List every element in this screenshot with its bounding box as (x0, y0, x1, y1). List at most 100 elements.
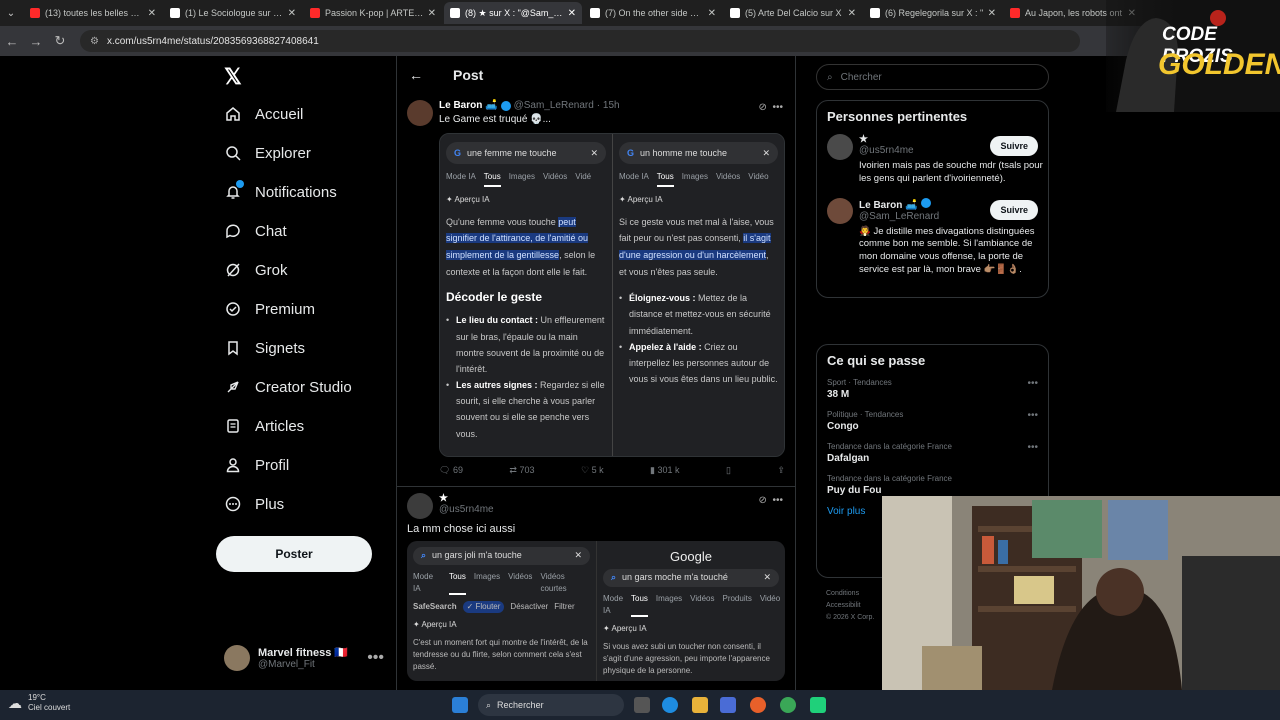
more-dots-icon[interactable]: ••• (772, 495, 783, 506)
task-view-icon[interactable] (634, 697, 650, 713)
share-button[interactable]: ⇪ (777, 465, 785, 476)
views-button[interactable]: ▮ 301 k (650, 465, 680, 476)
google-tab: Tous (631, 593, 648, 617)
sidebar-item-profil[interactable]: Profil (224, 452, 289, 478)
close-tab-icon[interactable]: ✕ (988, 8, 996, 19)
sidebar-item-chat[interactable]: Chat (224, 218, 287, 244)
search-input[interactable]: ⌕ Chercher (816, 64, 1049, 90)
sidebar-item-notifications[interactable]: Notifications (224, 179, 337, 205)
trend-item[interactable]: Tendance dans la catégorie France Dafalga… (827, 442, 1038, 464)
avatar[interactable] (407, 100, 433, 126)
author-name[interactable]: ★ (439, 493, 448, 504)
google-icon: G (454, 147, 462, 158)
tweet-image[interactable]: ⌕ un gars joli m'a touche ✕ Mode IA Tous I… (407, 541, 785, 681)
store-icon[interactable] (720, 697, 736, 713)
more-dots-icon[interactable]: ••• (1027, 410, 1038, 421)
close-tab-icon[interactable]: ✕ (148, 8, 156, 19)
left-sidebar: 𝕏 Accueil Explorer Notifications Chat Gr… (216, 56, 396, 690)
follow-button[interactable]: Suivre (990, 199, 1038, 220)
retweet-count: 703 (519, 465, 535, 475)
back-arrow-icon[interactable]: ← (409, 67, 423, 83)
retweet-button[interactable]: ⇄ 703 (509, 465, 534, 476)
trend-item[interactable]: Sport · Tendances 38 M ••• (827, 378, 1038, 400)
trend-item[interactable]: Tendance dans la catégorie France Puy du … (827, 474, 1038, 496)
footer-link[interactable]: Conditions (826, 588, 886, 600)
more-dots-icon[interactable]: ••• (772, 102, 783, 113)
answer-text: C'est un moment fort qui montre de l'int… (413, 638, 588, 671)
chart-icon: ▮ (650, 465, 655, 475)
browser-tab[interactable]: (7) On the other side of th ✕ (584, 2, 722, 24)
google-tab: Mode IA (413, 572, 434, 593)
grok-icon[interactable]: ⊘ (759, 102, 767, 113)
tweet-time[interactable]: · 15h (597, 100, 620, 111)
sidebar-item-creator-studio[interactable]: Creator Studio (224, 374, 352, 400)
url-field[interactable]: ⚙ x.com/us5rn4me/status/20835693688274086… (80, 30, 1080, 52)
person-card[interactable]: Le Baron 🛋️ @Sam_LeRenard Suivre 🧛 Je di… (827, 197, 1038, 277)
tweet[interactable]: Le Baron 🛋️ @Sam_LeRenard · 15h ⊘ ••• Le… (397, 94, 795, 476)
google-tab: Images (473, 572, 501, 581)
app-icon[interactable] (810, 697, 826, 713)
browser-tab[interactable]: (13) toutes les belles cho ✕ (24, 2, 162, 24)
sidebar-item-grok[interactable]: Grok (224, 257, 288, 283)
windows-start-icon[interactable] (452, 697, 468, 713)
reply-button[interactable]: 🗨 69 (439, 465, 463, 476)
browser-tab[interactable]: (6) Regelegorila sur X : " ✕ (864, 2, 1002, 24)
post-column: ← Post Le Baron 🛋️ @Sam_LeRenard · 15h ⊘… (396, 56, 796, 690)
close-tab-icon[interactable]: ✕ (428, 8, 436, 19)
tweet-image[interactable]: Gune femme me touche ✕ Mode IA Tous Image… (439, 133, 785, 457)
close-icon: ✕ (763, 571, 771, 582)
x-icon (450, 8, 460, 18)
avatar[interactable] (827, 134, 853, 160)
like-button[interactable]: ♡ 5 k (581, 465, 604, 476)
author-handle[interactable]: @us5rn4me (439, 504, 785, 515)
browser-tab-active[interactable]: (8) ★ sur X : "@Sam_LeRe ✕ (444, 2, 582, 24)
google-tab: Mode IA (603, 593, 624, 615)
browser-tab[interactable]: (5) Arte Del Calcio sur X ✕ (724, 2, 862, 24)
site-info-icon[interactable]: ⚙ (90, 36, 99, 47)
follow-button[interactable]: Suivre (990, 136, 1038, 156)
grok-icon[interactable]: ⊘ (759, 495, 767, 506)
avatar[interactable] (407, 493, 433, 519)
account-switcher[interactable]: Marvel fitness 🇫🇷 @Marvel_Fit ••• (224, 642, 384, 674)
sidebar-item-explorer[interactable]: Explorer (224, 140, 311, 166)
avatar[interactable] (827, 197, 853, 224)
author-name[interactable]: Le Baron 🛋️ (439, 100, 498, 111)
browser-tab[interactable]: (1) Le Sociologue sur X : ✕ (164, 2, 302, 24)
taskbar-search[interactable]: ⌕ Rechercher (478, 694, 624, 716)
browser-tab[interactable]: Passion K-pop | ARTE Reg ✕ (304, 2, 442, 24)
google-search-field: Gune femme me touche ✕ (446, 142, 606, 164)
bookmark-button[interactable]: ▯ (726, 465, 731, 476)
sidebar-item-articles[interactable]: Articles (224, 413, 304, 439)
sidebar-item-label: Articles (255, 417, 305, 435)
safesearch-label: SafeSearch (413, 602, 457, 611)
sidebar-item-plus[interactable]: Plus (224, 491, 284, 517)
tab-list-icon[interactable]: ⌄ (0, 8, 22, 19)
more-dots-icon[interactable]: ••• (1027, 442, 1038, 453)
forward-icon[interactable]: → (24, 34, 48, 49)
sidebar-item-premium[interactable]: Premium (224, 296, 315, 322)
author-handle[interactable]: @Sam_LeRenard (514, 100, 594, 111)
person-card[interactable]: ★ @us5rn4me Suivre Ivoirien mais pas de … (827, 134, 1043, 186)
close-tab-icon[interactable]: ✕ (708, 8, 716, 19)
reload-icon[interactable]: ↻ (48, 33, 72, 49)
close-tab-icon[interactable]: ✕ (568, 8, 576, 19)
weather-widget[interactable]: ☁ 19°C Ciel couvert (8, 693, 70, 713)
url-text: x.com/us5rn4me/status/208356936882740864… (106, 35, 319, 47)
more-dots-icon[interactable]: ••• (367, 649, 384, 667)
trend-item[interactable]: Politique · Tendances Congo ••• (827, 410, 1038, 432)
search-icon: ⌕ (486, 699, 492, 710)
close-tab-icon[interactable]: ✕ (848, 8, 856, 19)
sidebar-item-accueil[interactable]: Accueil (224, 101, 303, 127)
reply-tweet[interactable]: ★ ⊘ ••• @us5rn4me La mm chose ici aussi … (397, 486, 795, 681)
close-tab-icon[interactable]: ✕ (288, 8, 296, 19)
edge-icon[interactable] (662, 697, 678, 713)
chrome-icon[interactable] (780, 697, 796, 713)
more-dots-icon[interactable]: ••• (1027, 378, 1038, 389)
x-logo-icon[interactable]: 𝕏 (224, 64, 242, 90)
sidebar-item-signets[interactable]: Signets (224, 335, 305, 361)
firefox-icon[interactable] (750, 697, 766, 713)
folder-icon[interactable] (692, 697, 708, 713)
post-button[interactable]: Poster (216, 536, 372, 572)
footer-link[interactable]: Accessibilit (826, 600, 886, 612)
back-icon[interactable]: ← (0, 34, 24, 49)
